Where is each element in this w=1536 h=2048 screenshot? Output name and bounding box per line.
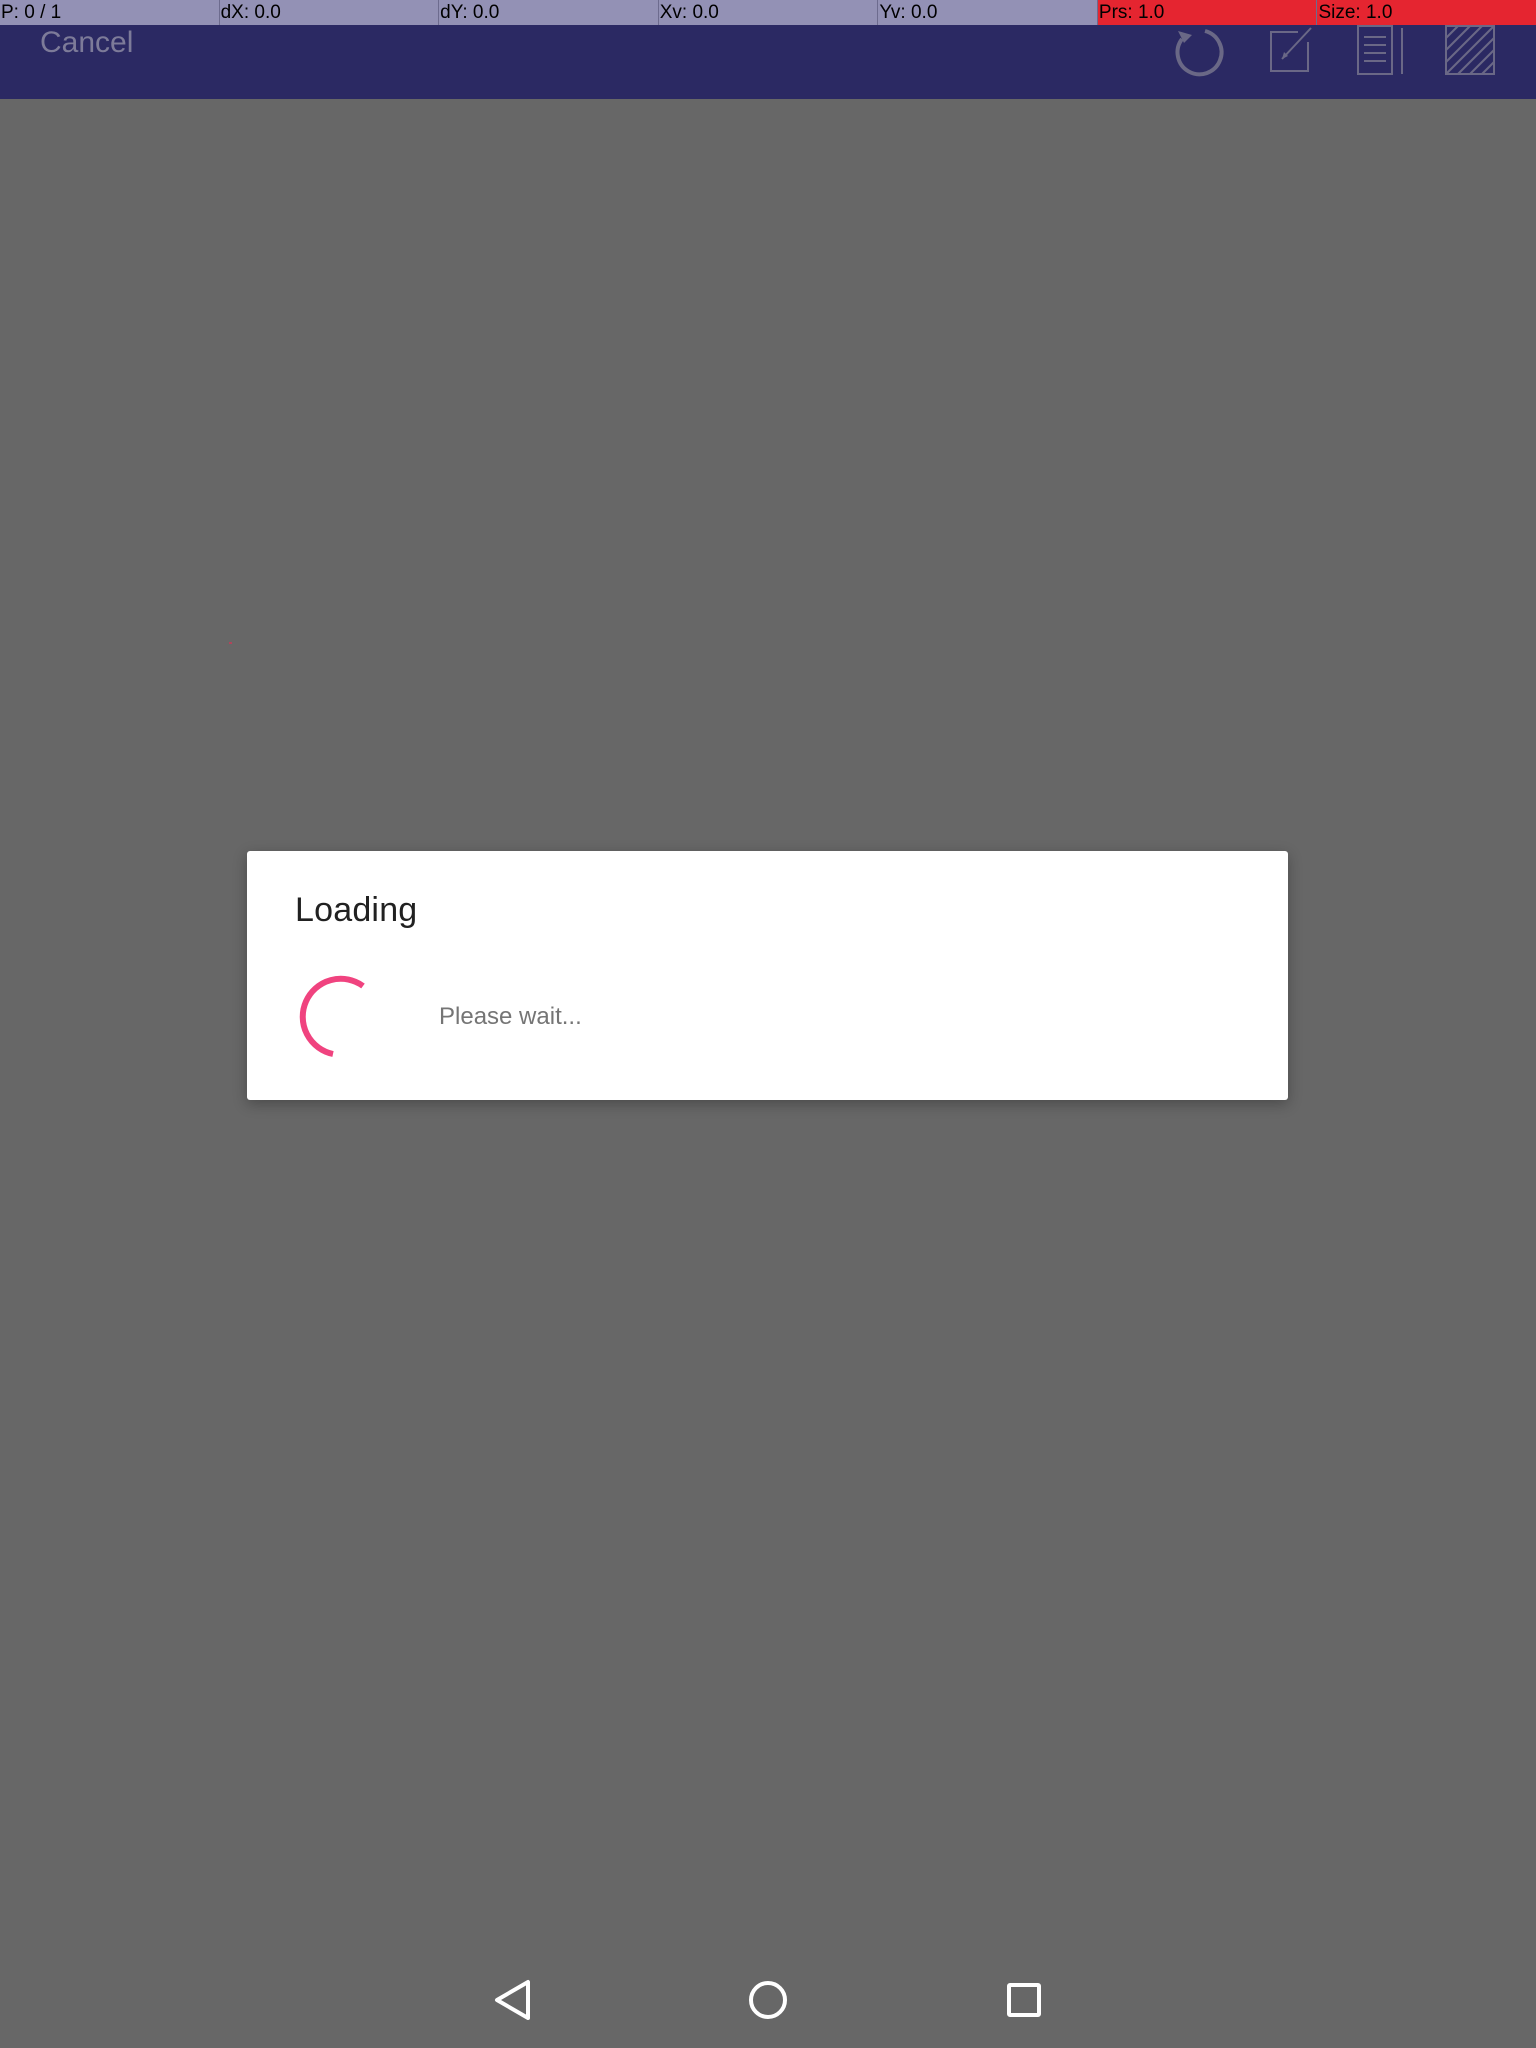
loading-dialog: Loading Please wait... <box>247 851 1288 1100</box>
hatch-pattern-icon[interactable] <box>1444 25 1496 75</box>
dialog-title: Loading <box>295 891 418 929</box>
navigation-bar <box>0 1952 1536 2048</box>
delta-x: dX: 0.0 <box>218 0 439 25</box>
delta-y: dY: 0.0 <box>438 0 658 25</box>
pointer-count: P: 0 / 1 <box>1 2 62 23</box>
recents-icon[interactable] <box>992 1968 1056 2032</box>
rotate-icon[interactable] <box>1172 25 1228 81</box>
app-toolbar: Cancel <box>0 25 1536 99</box>
pointer-debug-bar: P: 0 / 1 dX: 0.0 dY: 0.0 Xv: 0.0 Yv: 0.0… <box>0 0 1536 25</box>
touch-size: Size: 1.0 <box>1316 0 1536 25</box>
back-icon[interactable] <box>480 1968 544 2032</box>
velocity-y: Yv: 0.0 <box>877 0 1097 25</box>
document-icon[interactable] <box>1356 25 1406 75</box>
pressure: Prs: 1.0 <box>1096 0 1317 25</box>
progress-spinner-icon <box>299 975 365 1057</box>
dialog-message: Please wait... <box>439 1003 582 1030</box>
edit-icon[interactable] <box>1268 25 1316 73</box>
home-icon[interactable] <box>736 1968 800 2032</box>
velocity-x: Xv: 0.0 <box>657 0 878 25</box>
canvas-dot <box>229 642 232 644</box>
cancel-button[interactable]: Cancel <box>40 25 133 63</box>
